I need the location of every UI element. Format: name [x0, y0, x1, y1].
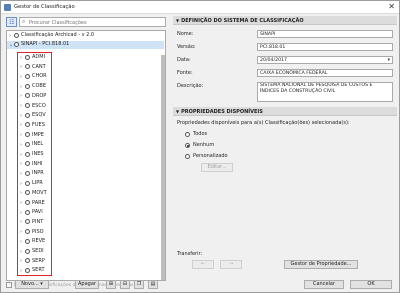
transfer-in-button[interactable]: ⇠: [192, 260, 214, 269]
title-bar: Gestor de Classificação ✕: [1, 1, 399, 14]
description-field[interactable]: SISTEMA NACIONAL DE PESQUISA DE CUSTOS E…: [257, 82, 393, 102]
properties-section-header[interactable]: ▼ PROPRIEDADES DISPONÍVEIS: [173, 107, 397, 116]
classification-manager-dialog: Gestor de Classificação ✕ ☷ ⌕ ›Classific…: [0, 0, 400, 293]
definition-section-header[interactable]: ▼ DEFINIÇÃO DO SISTEMA DE CLASSIFICAÇÃO: [173, 16, 397, 25]
tree-root-label: SINAPI - PCI.818.01: [21, 41, 70, 47]
properties-header-label: PROPRIEDADES DISPONÍVEIS: [181, 109, 263, 115]
transfer-in-icon: ⇠: [200, 261, 206, 267]
radio-none[interactable]: Nenhum: [185, 142, 214, 149]
search-icon: ⌕: [22, 18, 26, 25]
date-label: Data:: [177, 57, 191, 63]
tree-root-label: Classificação Archicad - v 2.0: [21, 32, 95, 38]
view-toggle-button[interactable]: ☷: [6, 17, 17, 27]
radio-all-label: Todos: [193, 131, 208, 137]
copy-button[interactable]: ❐: [134, 280, 144, 289]
search-box[interactable]: ⌕: [19, 17, 166, 27]
radio-custom[interactable]: Personalizado: [185, 153, 228, 160]
radio-button-icon[interactable]: [185, 153, 190, 159]
radio-custom-label: Personalizado: [193, 153, 228, 159]
properties-intro: Propriedades disponíveis para a(s) Class…: [177, 120, 350, 126]
date-field[interactable]: 20/04/2017 ▾: [257, 56, 393, 64]
new-button-label: Novo...: [21, 281, 39, 287]
edit-button[interactable]: Editar...: [201, 163, 233, 172]
settings-button[interactable]: ▤: [148, 280, 158, 289]
property-manager-button[interactable]: Gestor de Propriedade...: [284, 260, 358, 269]
tree-root-sinapi[interactable]: ⌄ SINAPI - PCI.818.01: [7, 41, 164, 49]
name-label: Nome:: [177, 31, 194, 37]
copy-icon: ❐: [136, 281, 142, 287]
table-icon: ☷: [9, 19, 15, 26]
settings-icon: ▤: [150, 281, 156, 287]
app-icon: [4, 4, 11, 11]
transfer-out-icon: ⇢: [228, 261, 234, 267]
delete-button[interactable]: Apagar: [75, 280, 99, 289]
classification-tree[interactable]: › Classificação Archicad - v 2.0 ⌄ SINAPI …: [6, 30, 166, 281]
radio-all[interactable]: Todos: [185, 131, 207, 138]
ok-button[interactable]: OK: [350, 280, 392, 289]
classification-icon: [14, 41, 19, 47]
radio-button-icon[interactable]: [185, 131, 190, 137]
details-pane: ▼ DEFINIÇÃO DO SISTEMA DE CLASSIFICAÇÃO N…: [173, 16, 397, 293]
dropdown-arrow-icon: ▾: [387, 58, 390, 63]
version-field[interactable]: PCI.818.01: [257, 43, 393, 51]
import-icon: ⊞: [108, 281, 114, 287]
definition-header-label: DEFINIÇÃO DO SISTEMA DE CLASSIFICAÇÃO: [181, 18, 304, 24]
cancel-button[interactable]: Cancelar: [304, 280, 344, 289]
description-label: Descrição:: [177, 83, 204, 89]
source-label: Fonte:: [177, 70, 193, 76]
radio-none-label: Nenhum: [193, 142, 215, 148]
date-value: 20/04/2017: [260, 58, 288, 63]
classification-tree-pane: ☷ ⌕ ›Classificação Archicad - v 2.0 ⌄SIN…: [4, 16, 167, 293]
show-associated-checkbox[interactable]: [6, 282, 12, 288]
source-field[interactable]: CAIXA ECONÔMICA FEDERAL: [257, 69, 393, 77]
import-button[interactable]: ⊞: [106, 280, 116, 289]
tree-root-archicad[interactable]: › Classificação Archicad - v 2.0: [9, 32, 159, 40]
transfer-label: Transferir:: [177, 251, 203, 257]
name-field[interactable]: SINAPI: [257, 30, 393, 38]
export-button[interactable]: ⊟: [120, 280, 130, 289]
search-input[interactable]: [29, 19, 159, 26]
collapse-triangle-icon: ▼: [176, 18, 180, 23]
close-icon[interactable]: ✕: [388, 2, 395, 11]
classification-icon: [14, 32, 19, 38]
search-row: ☷ ⌕: [4, 16, 167, 28]
export-icon: ⊟: [122, 281, 128, 287]
tree-scrollbar[interactable]: [161, 55, 165, 280]
red-highlight-box: [17, 52, 52, 276]
version-label: Versão:: [177, 44, 196, 50]
window-title: Gestor de Classificação: [14, 4, 75, 10]
radio-button-icon[interactable]: [185, 142, 190, 148]
transfer-out-button[interactable]: ⇢: [220, 260, 242, 269]
collapse-triangle-icon: ▼: [176, 109, 180, 114]
new-button[interactable]: Novo... ▾: [15, 280, 49, 289]
